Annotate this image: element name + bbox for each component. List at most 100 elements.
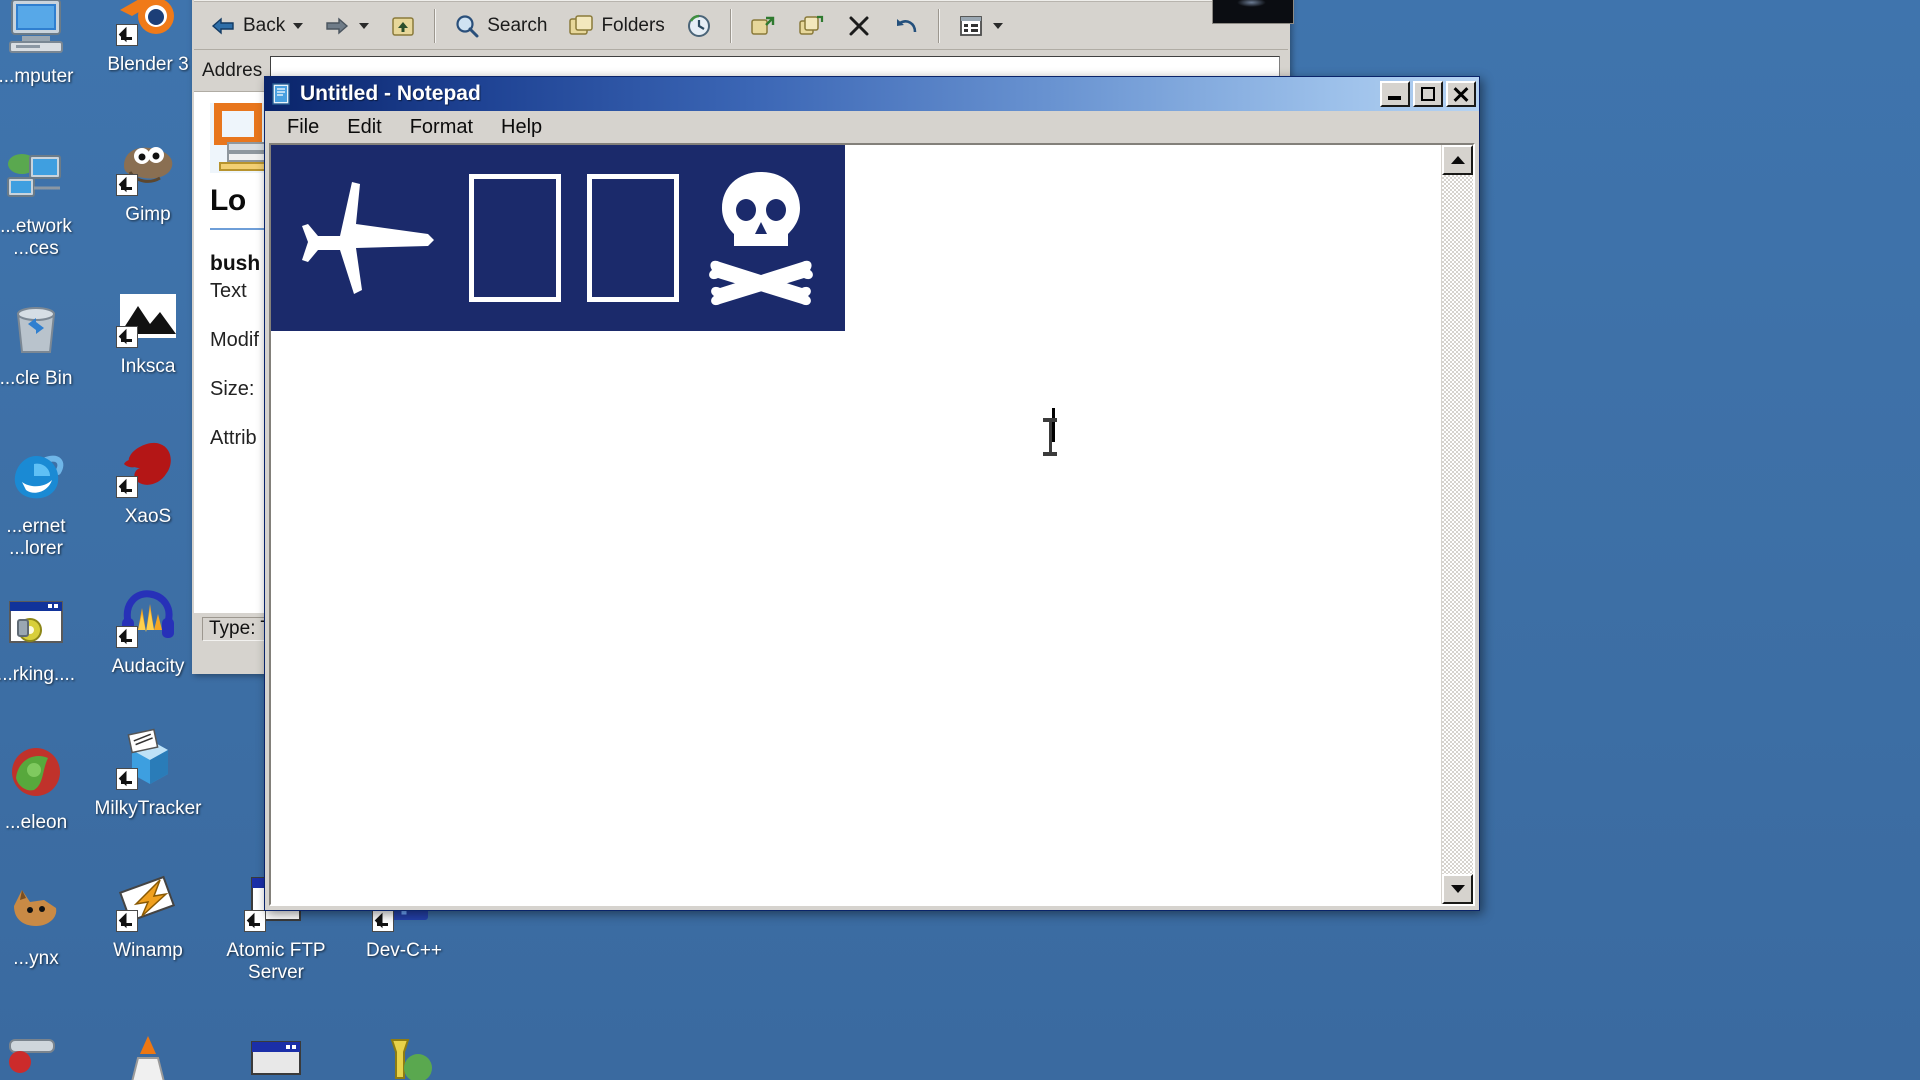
inkscape-icon (116, 284, 180, 348)
minimize-icon (1388, 96, 1401, 100)
scroll-down-button[interactable] (1442, 874, 1473, 904)
toolbar-copy-to-button[interactable] (788, 6, 834, 46)
shortcut-overlay-icon (116, 174, 138, 196)
toolbar-history-button[interactable] (676, 6, 722, 46)
shortcut-overlay-icon (116, 476, 138, 498)
shortcut-overlay-icon (372, 910, 394, 932)
move-to-icon (749, 12, 777, 40)
lynx-icon (4, 876, 68, 940)
toolbar-divider (729, 8, 732, 43)
maximize-button[interactable] (1413, 81, 1443, 107)
address-label: Addres (202, 59, 263, 81)
notepad-titlebar[interactable]: Untitled - Notepad (265, 77, 1479, 111)
toolbar-delete-button[interactable] (836, 6, 882, 46)
shortcut-overlay-icon (116, 326, 138, 348)
chevron-down-icon[interactable] (359, 22, 370, 29)
notepad-icon (271, 83, 293, 105)
toolbar-divider (937, 8, 940, 43)
vlc-cone-icon (116, 1028, 180, 1080)
toolbar-up-button[interactable] (380, 6, 426, 46)
back-arrow-icon (209, 12, 237, 40)
unknown-app-icon (4, 1028, 68, 1080)
shortcut-overlay-icon (116, 24, 138, 46)
chevron-down-icon[interactable] (992, 22, 1003, 29)
gimp-icon (116, 132, 180, 196)
notepad-text-area[interactable] (271, 145, 1441, 904)
desktop-icon-winamp[interactable]: Winamp (78, 868, 218, 962)
toolbar-back-button[interactable]: Back (200, 6, 312, 46)
toolbar-divider (434, 8, 437, 43)
minimize-button[interactable] (1380, 81, 1410, 107)
winamp-icon (116, 868, 180, 932)
notepad-menu-format[interactable]: Format (396, 114, 487, 141)
networking-icon (4, 592, 68, 656)
server-window-icon (244, 1028, 308, 1080)
folders-icon (567, 12, 595, 40)
desktop-icon-partial-3[interactable] (206, 1028, 346, 1080)
desktop-icon-partial-2[interactable] (78, 1028, 218, 1080)
toolbar-search-button[interactable]: Search (444, 6, 556, 46)
internet-explorer-icon (4, 444, 68, 508)
notepad-menubar[interactable]: File Edit Format Help (265, 111, 1479, 143)
document-pictogram (587, 174, 680, 302)
search-icon (453, 12, 481, 40)
image-thumbnail-preview (1212, 0, 1294, 24)
milkytracker-icon (116, 726, 180, 790)
up-folder-icon (389, 12, 417, 40)
toolbar-move-to-button[interactable] (740, 6, 786, 46)
toolbar-back-label: Back (243, 14, 286, 36)
desktop-icon-label: Winamp (113, 940, 183, 961)
scroll-down-icon (1450, 885, 1465, 893)
undo-icon (893, 12, 921, 40)
shortcut-overlay-icon (116, 910, 138, 932)
shortcut-overlay-icon (244, 910, 266, 932)
desktop-icon-milkytracker[interactable]: MilkyTracker (78, 726, 218, 820)
shortcut-overlay-icon (116, 626, 138, 648)
toolbar-search-label: Search (487, 14, 548, 36)
notepad-title-text: Untitled - Notepad (300, 82, 481, 105)
blender-icon (116, 0, 180, 46)
notepad-client-area (268, 142, 1476, 907)
forward-arrow-icon (323, 12, 351, 40)
scroll-up-button[interactable] (1442, 145, 1473, 175)
delete-x-icon (845, 12, 873, 40)
notepad-menu-edit[interactable]: Edit (333, 114, 395, 141)
desktop-icon-partial-4[interactable] (334, 1028, 474, 1080)
toolbar-undo-button[interactable] (884, 6, 930, 46)
ibeam-bottom-cap (1043, 452, 1057, 456)
history-icon (685, 12, 713, 40)
toolbar-folders-button[interactable]: Folders (558, 6, 673, 46)
notepad-menu-file[interactable]: File (273, 114, 333, 141)
notepad-window[interactable]: Untitled - Notepad File Edit Format Help (264, 76, 1480, 911)
ibeam-stem (1049, 421, 1052, 453)
chevron-down-icon[interactable] (293, 22, 304, 29)
copy-to-icon (797, 12, 825, 40)
desktop-icon-label: Dev-C++ (365, 940, 443, 961)
chameleon-icon (4, 740, 68, 804)
mouse-text-cursor (1043, 418, 1057, 456)
skull-crossbones-pictogram (706, 168, 816, 308)
scroll-up-icon (1450, 156, 1465, 164)
views-icon (957, 12, 985, 40)
toolbar-forward-button[interactable] (314, 6, 378, 46)
desktop-icon-label: Atomic FTP Server (226, 940, 326, 983)
document-pictogram (468, 174, 561, 302)
toolbar-views-button[interactable] (948, 6, 1012, 46)
toolbar-folders-label: Folders (601, 14, 665, 36)
explorer-toolbar[interactable]: Back Search Folders (194, 2, 1288, 50)
network-places-icon (4, 144, 68, 208)
notepad-menu-help[interactable]: Help (487, 114, 556, 141)
recycle-bin-icon (4, 296, 68, 360)
science-globe-icon (372, 1028, 436, 1080)
audacity-icon (116, 584, 180, 648)
my-computer-icon (4, 0, 68, 58)
airplane-pictogram (300, 178, 442, 298)
shortcut-overlay-icon (116, 768, 138, 790)
xaos-icon (116, 434, 180, 498)
thumbnail-highlight (1237, 0, 1266, 7)
close-button[interactable] (1446, 81, 1476, 107)
notepad-vertical-scrollbar[interactable] (1441, 145, 1473, 904)
maximize-icon (1421, 87, 1435, 101)
pasted-navy-pictogram-image (271, 145, 845, 331)
desktop-icon-label: MilkyTracker (94, 798, 202, 819)
